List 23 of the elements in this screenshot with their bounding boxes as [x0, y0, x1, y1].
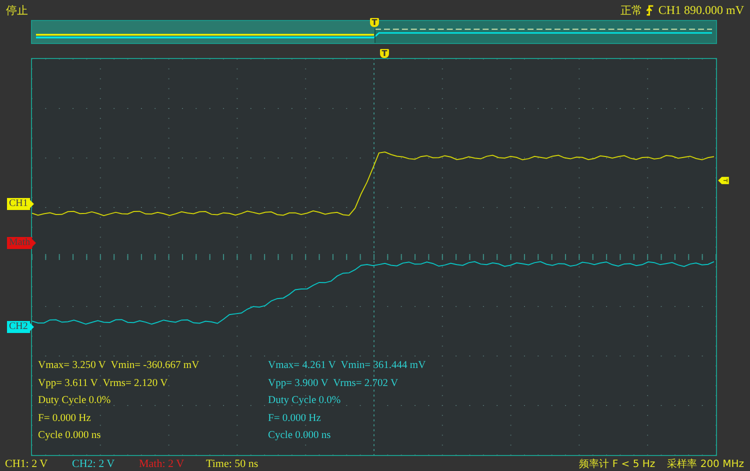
measurement-readout: Vmax= 3.250 V Vmin= -360.667 mV — [38, 359, 200, 374]
trigger-marker: T — [370, 18, 379, 27]
run-status: 停止 — [6, 2, 28, 18]
trigger-level-marker-icon[interactable] — [718, 176, 729, 185]
sample-rate: 采样率 200 MHz — [667, 458, 744, 470]
measurement-readout: Duty Cycle 0.0% — [38, 394, 112, 408]
measurement-readout: Cycle 0.000 ns — [38, 429, 102, 443]
trigger-mode: 正常 — [620, 2, 642, 18]
scale-readout: CH2: 2 V — [72, 458, 116, 470]
scale-readout: CH1: 2 V — [5, 458, 49, 470]
rising-edge-icon — [646, 4, 654, 16]
trigger-level: CH1 890.000 mV — [658, 2, 744, 18]
measurement-readout: Vpp= 3.611 V Vrms= 2.120 V — [38, 376, 169, 391]
trigger-marker[interactable]: T — [380, 49, 389, 58]
frequency-counter: 频率计 F < 5 Hz — [579, 458, 656, 470]
measurement-readout: F= 0.000 Hz — [38, 412, 92, 426]
scale-readout: Math: 2 V — [139, 458, 186, 470]
measurement-readout: Vmax= 4.261 V Vmin= 361.444 mV — [268, 359, 427, 374]
measurement-readout: Vpp= 3.900 V Vrms= 2.702 V — [268, 376, 400, 391]
measurement-readout: Cycle 0.000 ns — [268, 429, 332, 443]
scale-readout: Time: 50 ns — [206, 458, 260, 470]
measurement-readout: F= 0.000 Hz — [268, 412, 322, 426]
measurement-readout: Duty Cycle 0.0% — [268, 394, 342, 408]
